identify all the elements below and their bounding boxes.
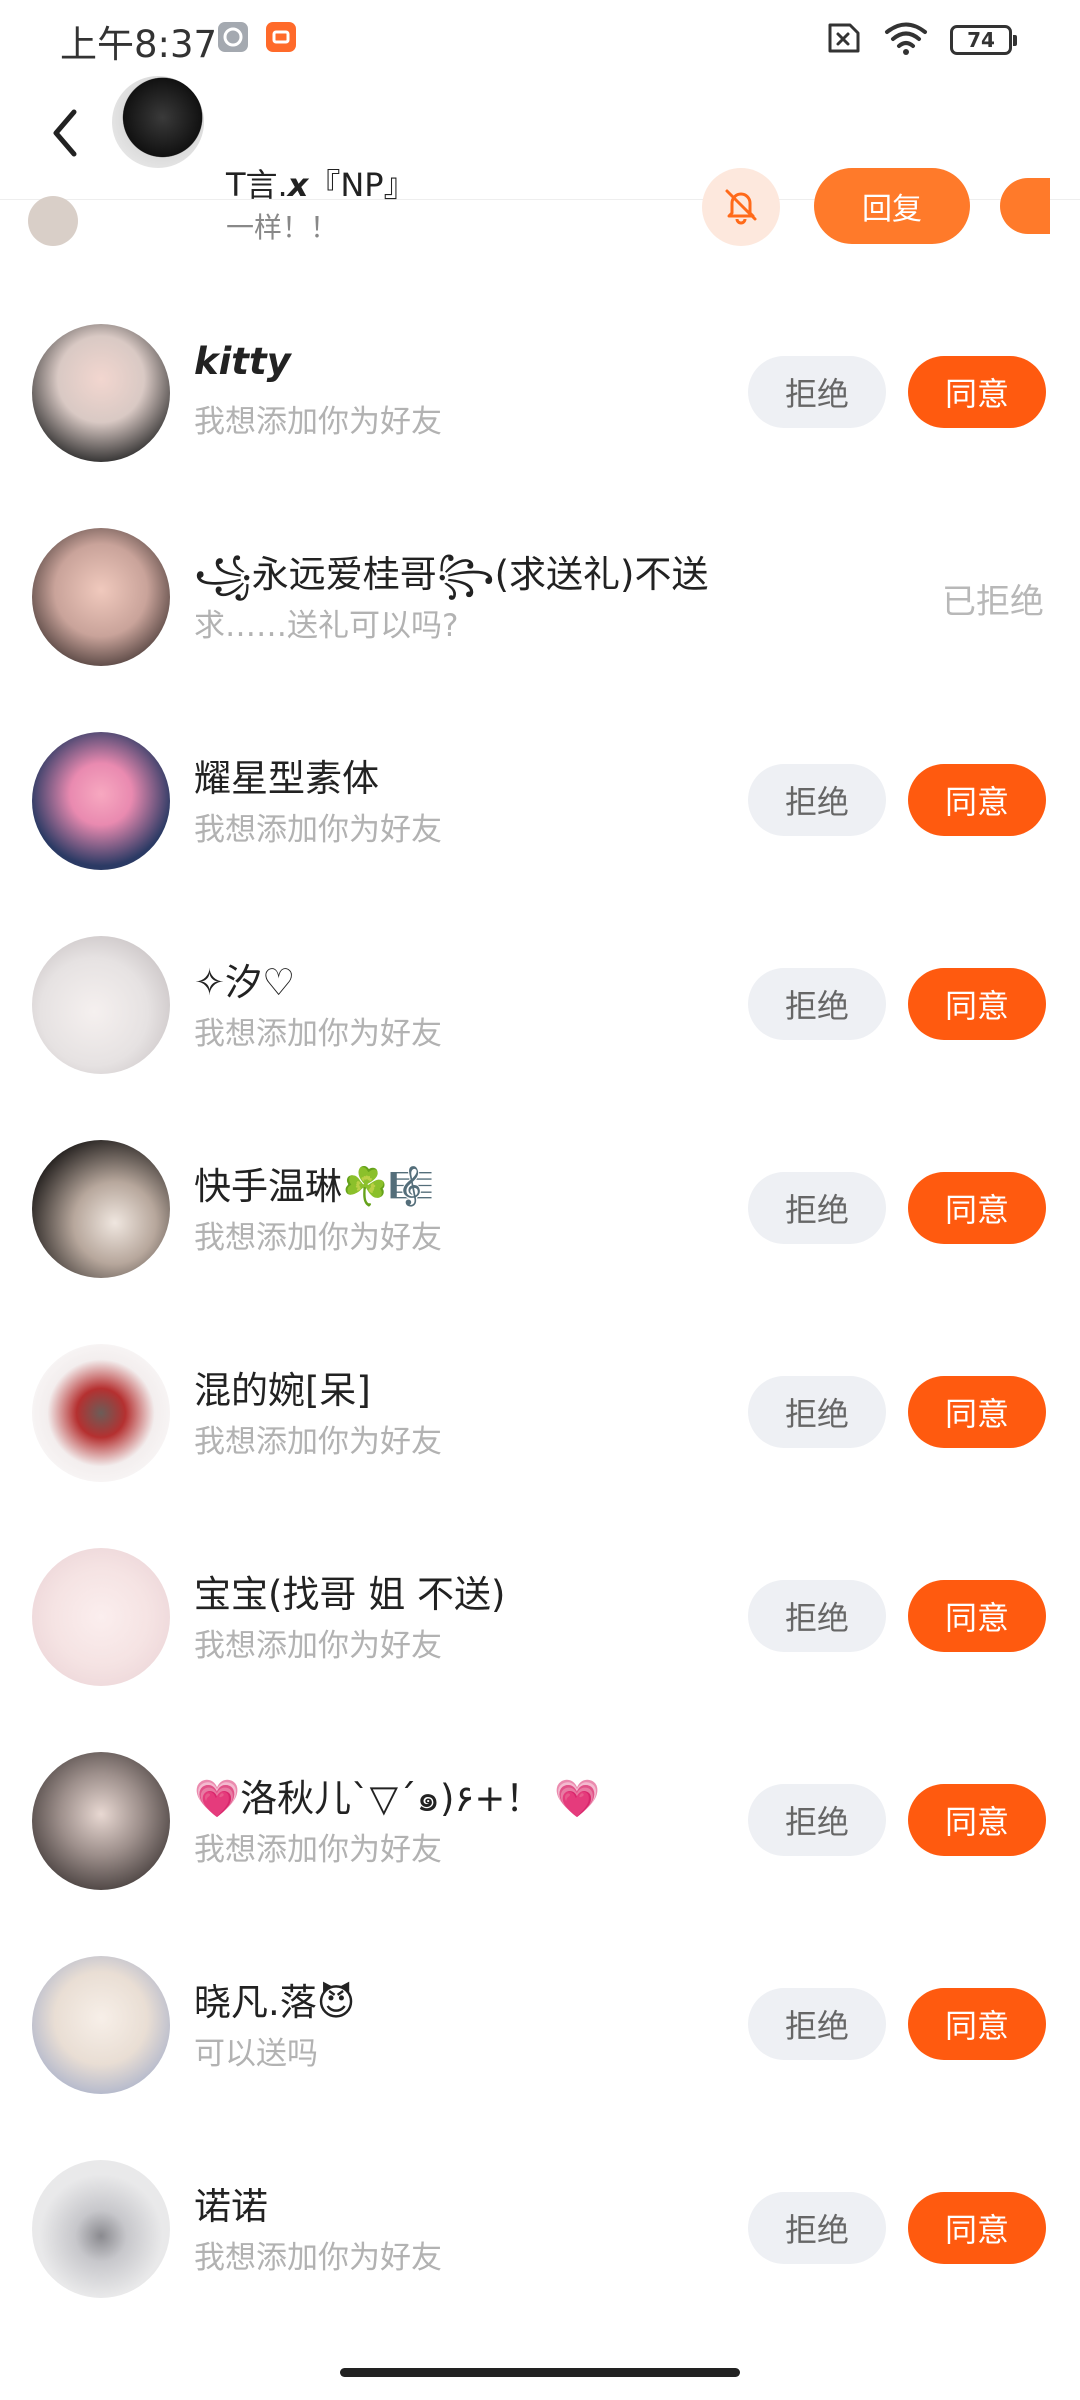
partial-avatar	[28, 196, 78, 246]
request-name: kitty	[194, 340, 291, 383]
mute-button[interactable]	[702, 168, 780, 246]
reply-button[interactable]: 回复	[814, 168, 970, 244]
avatar[interactable]	[32, 936, 170, 1074]
decline-button[interactable]: 拒绝	[748, 1784, 886, 1856]
chevron-left-icon	[50, 108, 80, 162]
decline-button[interactable]: 拒绝	[748, 1376, 886, 1448]
banner-avatar[interactable]	[112, 76, 204, 168]
avatar[interactable]	[32, 1140, 170, 1278]
bell-off-icon	[721, 185, 761, 229]
request-row[interactable]: 混的婉[呆] 我想添加你为好友 拒绝 同意	[0, 1310, 1080, 1514]
status-time: 上午8:37	[60, 23, 218, 66]
request-row[interactable]: 💗洛秋儿`▽´๑)۶+！ 💗 我想添加你为好友 拒绝 同意	[0, 1718, 1080, 1922]
sim-off-icon	[822, 22, 862, 58]
avatar[interactable]	[32, 1956, 170, 2094]
accept-button[interactable]: 同意	[908, 2192, 1046, 2264]
accept-button[interactable]: 同意	[908, 968, 1046, 1040]
avatar[interactable]	[32, 2160, 170, 2298]
accept-button[interactable]: 同意	[908, 1376, 1046, 1448]
request-message: 我想添加你为好友	[194, 1628, 442, 1664]
request-name: 宝宝(找哥 姐 不送)	[194, 1573, 506, 1616]
decline-button[interactable]: 拒绝	[748, 2192, 886, 2264]
declined-status: 已拒绝	[942, 582, 1044, 622]
request-message: 我想添加你为好友	[194, 404, 442, 440]
request-row[interactable]: 快手温琳☘️🎼 我想添加你为好友 拒绝 同意	[0, 1106, 1080, 1310]
decline-button[interactable]: 拒绝	[748, 356, 886, 428]
decline-button[interactable]: 拒绝	[748, 1988, 886, 2060]
request-message: 求……送礼可以吗?	[194, 608, 459, 644]
home-indicator[interactable]	[340, 2368, 740, 2377]
request-name: 💗洛秋儿`▽´๑)۶+！ 💗	[194, 1777, 601, 1820]
decline-button[interactable]: 拒绝	[748, 968, 886, 1040]
battery-level: 74	[967, 28, 995, 52]
request-message: 我想添加你为好友	[194, 2240, 442, 2276]
wifi-icon	[884, 21, 928, 59]
gray-app-icon	[218, 22, 248, 52]
accept-button[interactable]: 同意	[908, 1784, 1046, 1856]
accept-button[interactable]: 同意	[908, 1580, 1046, 1652]
request-row[interactable]: ꧁永远爱桂哥꧂(求送礼)不送 求……送礼可以吗? 已拒绝	[0, 494, 1080, 698]
request-row[interactable]: ✧汐♡ 我想添加你为好友 拒绝 同意	[0, 902, 1080, 1106]
next-banner-edge	[1000, 178, 1050, 234]
request-name: 晓凡.落😈	[194, 1981, 356, 2024]
request-row[interactable]: 晓凡.落😈 可以送吗 拒绝 同意	[0, 1922, 1080, 2126]
avatar[interactable]	[32, 1344, 170, 1482]
avatar[interactable]	[32, 528, 170, 666]
request-row[interactable]: 耀星型素体 我想添加你为好友 拒绝 同意	[0, 698, 1080, 902]
banner-sender-name: T言.𝙭『NP』	[226, 166, 416, 204]
request-row[interactable]: 诺诺 我想添加你为好友 拒绝 同意	[0, 2126, 1080, 2330]
request-message: 我想添加你为好友	[194, 1832, 442, 1868]
request-name: 耀星型素体	[194, 757, 379, 800]
request-name: 混的婉[呆]	[194, 1369, 371, 1412]
status-bar: 上午8:37 74	[0, 0, 1080, 80]
banner-message: 一样！！	[226, 211, 339, 244]
request-name: 快手温琳☘️🎼	[194, 1165, 435, 1208]
back-button[interactable]	[40, 100, 90, 170]
request-row[interactable]: kitty 我想添加你为好友 拒绝 同意	[0, 290, 1080, 494]
friend-request-list: kitty 我想添加你为好友 拒绝 同意 ꧁永远爱桂哥꧂(求送礼)不送 求……送…	[0, 290, 1080, 2330]
request-message: 我想添加你为好友	[194, 1220, 442, 1256]
decline-button[interactable]: 拒绝	[748, 764, 886, 836]
request-name: 诺诺	[194, 2185, 268, 2228]
accept-button[interactable]: 同意	[908, 764, 1046, 836]
request-message: 我想添加你为好友	[194, 1424, 442, 1460]
battery-icon: 74	[950, 25, 1017, 55]
request-name: ✧汐♡	[194, 961, 296, 1004]
decline-button[interactable]: 拒绝	[748, 1580, 886, 1652]
accept-button[interactable]: 同意	[908, 356, 1046, 428]
orange-app-icon	[266, 22, 296, 52]
avatar[interactable]	[32, 324, 170, 462]
avatar[interactable]	[32, 1548, 170, 1686]
request-message: 可以送吗	[194, 2036, 318, 2072]
request-row[interactable]: 宝宝(找哥 姐 不送) 我想添加你为好友 拒绝 同意	[0, 1514, 1080, 1718]
request-message: 我想添加你为好友	[194, 1016, 442, 1052]
decline-button[interactable]: 拒绝	[748, 1172, 886, 1244]
accept-button[interactable]: 同意	[908, 1172, 1046, 1244]
request-message: 我想添加你为好友	[194, 812, 442, 848]
avatar[interactable]	[32, 732, 170, 870]
avatar[interactable]	[32, 1752, 170, 1890]
accept-button[interactable]: 同意	[908, 1988, 1046, 2060]
